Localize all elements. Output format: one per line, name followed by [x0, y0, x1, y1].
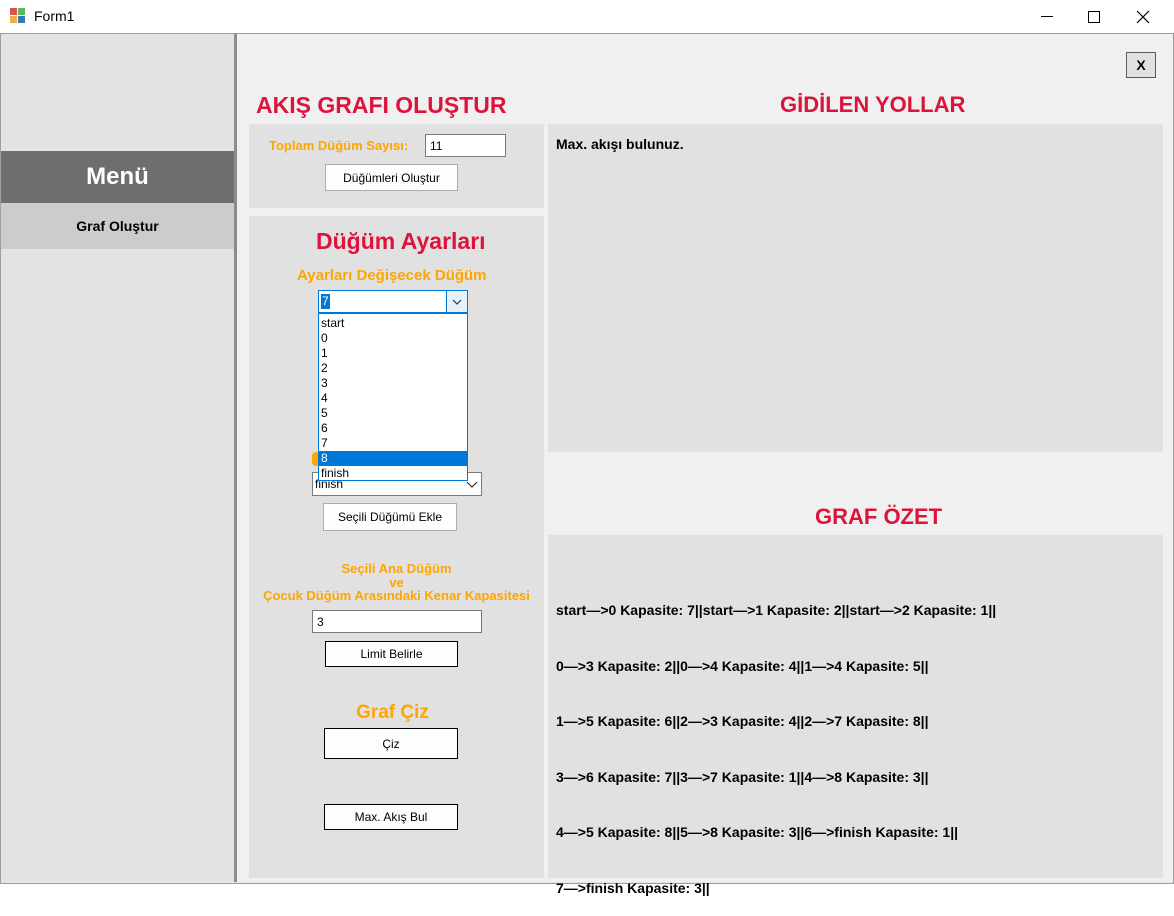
- draw-button[interactable]: Çiz: [324, 728, 458, 759]
- sidebar-menu-title: Menü: [1, 151, 234, 203]
- dropdown-option[interactable]: 7: [319, 436, 467, 451]
- summary-line: 3—>6 Kapasite: 7||3—>7 Kapasite: 1||4—>8…: [556, 768, 929, 785]
- summary-line: 0—>3 Kapasite: 2||0—>4 Kapasite: 4||1—>4…: [556, 657, 929, 674]
- dropdown-option[interactable]: 6: [319, 421, 467, 436]
- create-graph-title: AKIŞ GRAFI OLUŞTUR: [256, 92, 507, 118]
- paths-output-text: Max. akışı bulunuz.: [556, 136, 684, 152]
- chevron-down-icon: [452, 299, 462, 305]
- summary-line: start—>0 Kapasite: 7||start—>1 Kapasite:…: [556, 602, 997, 618]
- title-bar: Form1: [0, 0, 1174, 33]
- changing-node-label: Ayarları Değişecek Düğüm: [297, 267, 487, 284]
- window-close-button[interactable]: [1120, 0, 1166, 33]
- dropdown-option[interactable]: 5: [319, 406, 467, 421]
- summary-line: 7—>finish Kapasite: 3||: [556, 879, 710, 896]
- create-nodes-button[interactable]: Düğümleri Oluştur: [325, 164, 458, 191]
- dropdown-option[interactable]: 0: [319, 331, 467, 346]
- draw-graph-title: Graf Çiz: [356, 702, 429, 723]
- dropdown-option[interactable]: 1: [319, 346, 467, 361]
- summary-line: 4—>5 Kapasite: 8||5—>8 Kapasite: 3||6—>f…: [556, 824, 959, 840]
- minimize-icon: [1041, 16, 1053, 17]
- find-max-flow-button[interactable]: Max. Akış Bul: [324, 804, 458, 830]
- summary-title: GRAF ÖZET: [815, 504, 943, 529]
- maximize-icon: [1088, 10, 1100, 23]
- paths-title: GİDİLEN YOLLAR: [780, 92, 966, 117]
- minimize-button[interactable]: [1024, 0, 1070, 33]
- dropdown-option-highlighted[interactable]: 8: [319, 451, 467, 466]
- capacity-label-line: Çocuk Düğüm Arasındaki Kenar Kapasitesi: [263, 588, 530, 603]
- dropdown-option[interactable]: finish: [319, 466, 467, 481]
- changing-node-select[interactable]: 7: [318, 290, 468, 313]
- add-selected-node-button[interactable]: Seçili Düğümü Ekle: [323, 503, 457, 531]
- window-title: Form1: [34, 8, 75, 24]
- changing-node-dropdown-list: start 0 1 2 3 4 5 6 7 8 finish: [318, 313, 468, 481]
- set-limit-button[interactable]: Limit Belirle: [325, 641, 458, 667]
- app-icon: [10, 8, 26, 24]
- changing-node-dropdown-toggle[interactable]: [446, 291, 467, 312]
- dropdown-option[interactable]: 3: [319, 376, 467, 391]
- capacity-label: Seçili Ana Düğüm ve Çocuk Düğüm Arasında…: [249, 562, 544, 603]
- node-count-input[interactable]: 11: [425, 134, 506, 157]
- maximize-button[interactable]: [1071, 0, 1117, 33]
- close-panel-button[interactable]: X: [1126, 52, 1156, 78]
- changing-node-select-value: 7: [321, 294, 330, 309]
- capacity-label-line: ve: [389, 574, 404, 590]
- paths-output-panel: [548, 124, 1163, 452]
- close-icon: [1136, 10, 1150, 23]
- sidebar-item-graf-olustur[interactable]: Graf Oluştur: [1, 203, 234, 249]
- dropdown-option[interactable]: 4: [319, 391, 467, 406]
- node-settings-title: Düğüm Ayarları: [316, 228, 486, 254]
- dropdown-option[interactable]: start: [319, 316, 467, 331]
- summary-line: 1—>5 Kapasite: 6||2—>3 Kapasite: 4||2—>7…: [556, 713, 929, 729]
- node-count-label: Toplam Düğüm Sayısı:: [269, 138, 409, 153]
- dropdown-option[interactable]: 2: [319, 361, 467, 376]
- capacity-input[interactable]: 3: [312, 610, 482, 633]
- summary-output-text: start—>0 Kapasite: 7||start—>1 Kapasite:…: [556, 564, 996, 916]
- capacity-label-line: Seçili Ana Düğüm: [341, 561, 452, 576]
